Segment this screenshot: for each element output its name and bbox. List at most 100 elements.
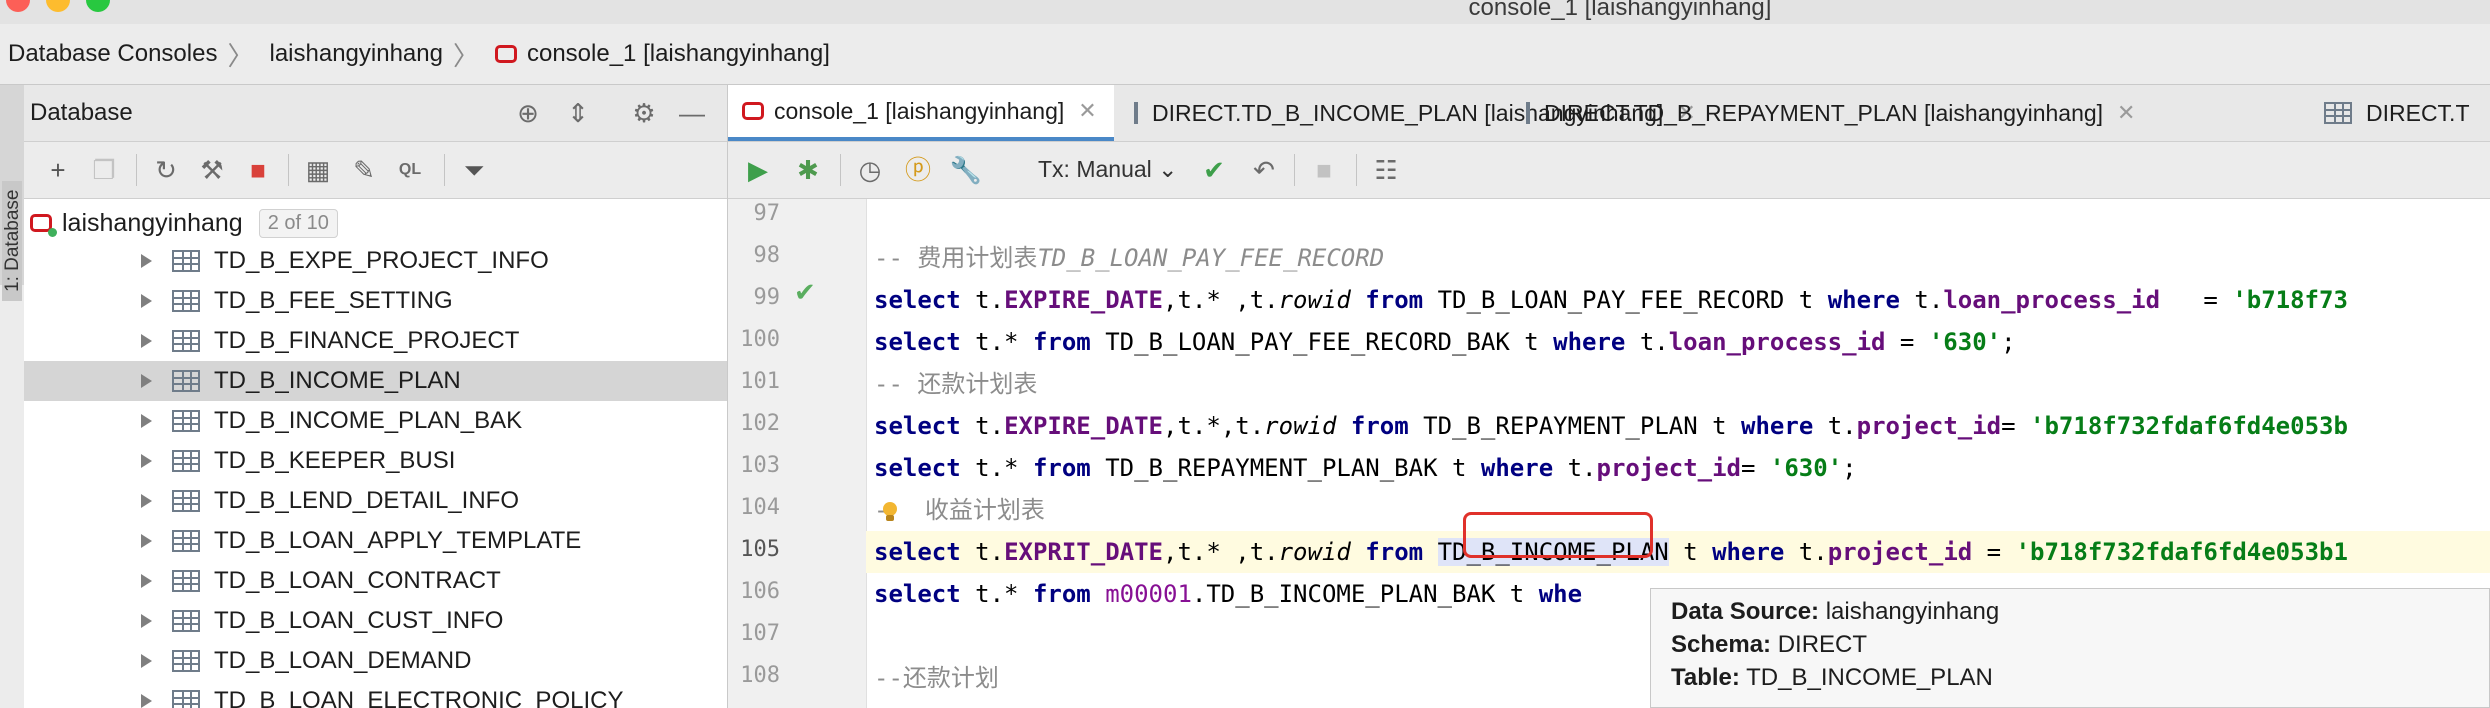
- expand-arrow-icon[interactable]: [141, 334, 152, 348]
- tx-mode-dropdown[interactable]: Tx: Manual ⌄: [1038, 156, 1177, 183]
- code-line-104[interactable]: - 收益计划表: [866, 489, 2490, 531]
- code-line-102[interactable]: select t.EXPIRE_DATE,t.*,t.rowid from TD…: [866, 405, 2490, 447]
- table-row-selected[interactable]: TD_B_INCOME_PLAN: [24, 361, 727, 401]
- code-line-105[interactable]: select t.EXPRIT_DATE,t.* ,t.rowid from T…: [866, 531, 2490, 573]
- table-icon: [172, 410, 200, 432]
- breadcrumb-item-console[interactable]: console_1 [laishangyinhang]: [487, 40, 830, 68]
- expand-arrow-icon[interactable]: [141, 654, 152, 668]
- crosshair-icon[interactable]: ⊕: [512, 97, 544, 129]
- database-panel: Database ⊕ ⇕ ⚙ — + ❐ ↻ ⚒ ■ ▦ ✎ QL ⏷ lais…: [24, 85, 728, 708]
- datasource-label: laishangyinhang: [62, 208, 243, 237]
- code-line-103[interactable]: select t.* from TD_B_REPAYMENT_PLAN_BAK …: [866, 447, 2490, 489]
- schema-count-badge[interactable]: 2 of 10: [258, 208, 338, 238]
- tab-income-plan[interactable]: DIRECT.TD_B_INCOME_PLAN [laishangyinhang…: [1116, 85, 1696, 141]
- lightbulb-icon[interactable]: [880, 501, 900, 523]
- executed-check-icon: ✔: [794, 277, 816, 307]
- table-row[interactable]: TD_B_LOAN_APPLY_TEMPLATE: [24, 521, 727, 561]
- chevron-down-icon: ⌄: [1158, 156, 1178, 182]
- expand-arrow-icon[interactable]: [141, 374, 152, 388]
- tab-direct-truncated[interactable]: DIRECT.T: [2306, 85, 2490, 141]
- debug-icon[interactable]: ✱: [790, 152, 826, 188]
- copy-icon[interactable]: ❐: [86, 152, 122, 188]
- expand-arrow-icon[interactable]: [141, 574, 152, 588]
- edit-icon[interactable]: ✎: [346, 152, 382, 188]
- tool-window-strip: 1: Database: [0, 85, 24, 301]
- table-view-icon[interactable]: ▦: [300, 152, 336, 188]
- tx-mode-label: Tx: Manual: [1038, 156, 1152, 182]
- window-title: console_1 [laishangyinhang]: [1468, 0, 1772, 21]
- collapse-all-icon[interactable]: ⇕: [562, 97, 594, 129]
- gear-icon[interactable]: ⚙: [628, 97, 660, 129]
- code-line-99[interactable]: select t.EXPIRE_DATE,t.* ,t.rowid from T…: [866, 279, 2490, 321]
- minimize-icon[interactable]: —: [676, 97, 708, 129]
- code-line-100[interactable]: select t.* from TD_B_LOAN_PAY_FEE_RECORD…: [866, 321, 2490, 363]
- expand-arrow-icon[interactable]: [141, 614, 152, 628]
- history-icon[interactable]: ◷: [852, 152, 888, 188]
- table-label: TD_B_INCOME_PLAN_BAK: [214, 407, 523, 434]
- settings-wrench-icon[interactable]: 🔧: [948, 152, 984, 188]
- table-row[interactable]: TD_B_FEE_SETTING: [24, 281, 727, 321]
- table-row[interactable]: TD_B_KEEPER_BUSI: [24, 441, 727, 481]
- tab-repayment-plan[interactable]: DIRECT.TD_B_REPAYMENT_PLAN [laishangyinh…: [1508, 85, 2135, 141]
- layout-icon[interactable]: ☷: [1368, 152, 1404, 188]
- expand-arrow-icon[interactable]: [141, 494, 152, 508]
- table-row[interactable]: TD_B_INCOME_PLAN_BAK: [24, 401, 727, 441]
- code-line-101[interactable]: -- 还款计划表: [866, 363, 2490, 405]
- line-number: 103: [740, 453, 780, 478]
- table-row[interactable]: TD_B_LOAN_ELECTRONIC_POLICY: [24, 681, 727, 708]
- expand-arrow-icon[interactable]: [141, 534, 152, 548]
- editor-gutter: 97 98 99 100 101 102 103 104 105 106 107…: [728, 199, 867, 708]
- oracle-datasource-icon: [30, 214, 57, 237]
- filter-icon[interactable]: ⏷: [456, 152, 492, 188]
- table-row[interactable]: TD_B_LOAN_CUST_INFO: [24, 601, 727, 641]
- database-panel-title: Database: [30, 99, 133, 126]
- table-icon: [172, 610, 200, 632]
- table-icon: [172, 290, 200, 312]
- oracle-icon: [494, 45, 517, 63]
- line-number: 106: [740, 579, 780, 604]
- breadcrumb-item-datasource[interactable]: laishangyinhang: [261, 40, 442, 68]
- commit-icon[interactable]: ✔: [1196, 152, 1232, 188]
- database-panel-header: Database ⊕ ⇕ ⚙ —: [24, 85, 727, 142]
- database-tool-window-button[interactable]: 1: Database: [2, 181, 23, 301]
- parameters-icon[interactable]: ⓟ: [900, 152, 936, 188]
- code-line-98[interactable]: -- 费用计划表TD_B_LOAN_PAY_FEE_RECORD: [866, 237, 2490, 279]
- breadcrumb-console-label: console_1 [laishangyinhang]: [526, 40, 830, 67]
- tooltip-table: Table: TD_B_INCOME_PLAN: [1671, 664, 1993, 691]
- tooltip-schema: Schema: DIRECT: [1671, 631, 1868, 658]
- close-icon[interactable]: ✕: [2117, 100, 2135, 126]
- add-icon[interactable]: +: [40, 152, 76, 188]
- run-icon[interactable]: ▶: [740, 152, 776, 188]
- table-row[interactable]: TD_B_FINANCE_PROJECT: [24, 321, 727, 361]
- table-row[interactable]: TD_B_LEND_DETAIL_INFO: [24, 481, 727, 521]
- minimize-window-button[interactable]: [46, 0, 70, 12]
- expand-arrow-icon[interactable]: [141, 454, 152, 468]
- maximize-window-button[interactable]: [86, 0, 110, 12]
- table-label: TD_B_LOAN_CONTRACT: [214, 567, 501, 594]
- table-label: TD_B_INCOME_PLAN: [214, 367, 461, 394]
- expand-arrow-icon[interactable]: [141, 294, 152, 308]
- table-row[interactable]: TD_B_EXPE_PROJECT_INFO: [24, 241, 727, 281]
- close-icon[interactable]: ✕: [1078, 98, 1096, 124]
- expand-arrow-icon[interactable]: [141, 254, 152, 268]
- tab-console[interactable]: console_1 [laishangyinhang] ✕: [728, 85, 1114, 141]
- expand-arrow-icon[interactable]: [141, 694, 152, 708]
- table-row[interactable]: TD_B_LOAN_CONTRACT: [24, 561, 727, 601]
- stop-icon[interactable]: ■: [1306, 152, 1342, 188]
- table-icon: [172, 530, 200, 552]
- close-window-button[interactable]: [6, 0, 30, 12]
- sql-console-icon[interactable]: QL: [392, 152, 428, 188]
- tooltip-data-source: Data Source: laishangyinhang: [1671, 598, 2000, 625]
- tab-label: console_1 [laishangyinhang]: [774, 97, 1065, 124]
- stop-icon[interactable]: ■: [240, 152, 276, 188]
- line-number: 107: [740, 621, 780, 646]
- refresh-icon[interactable]: ↻: [148, 152, 184, 188]
- breadcrumb: Database Consoles 〉 laishangyinhang 〉 co…: [0, 24, 2490, 85]
- table-row[interactable]: TD_B_LOAN_DEMAND: [24, 641, 727, 681]
- toolbar-divider: [444, 154, 445, 186]
- breadcrumb-item-database-consoles[interactable]: Database Consoles: [0, 40, 217, 68]
- schema-sync-icon[interactable]: ⚒: [194, 152, 230, 188]
- tree-root-datasource[interactable]: laishangyinhang 2 of 10: [30, 203, 338, 243]
- rollback-icon[interactable]: ↶: [1246, 152, 1282, 188]
- expand-arrow-icon[interactable]: [141, 414, 152, 428]
